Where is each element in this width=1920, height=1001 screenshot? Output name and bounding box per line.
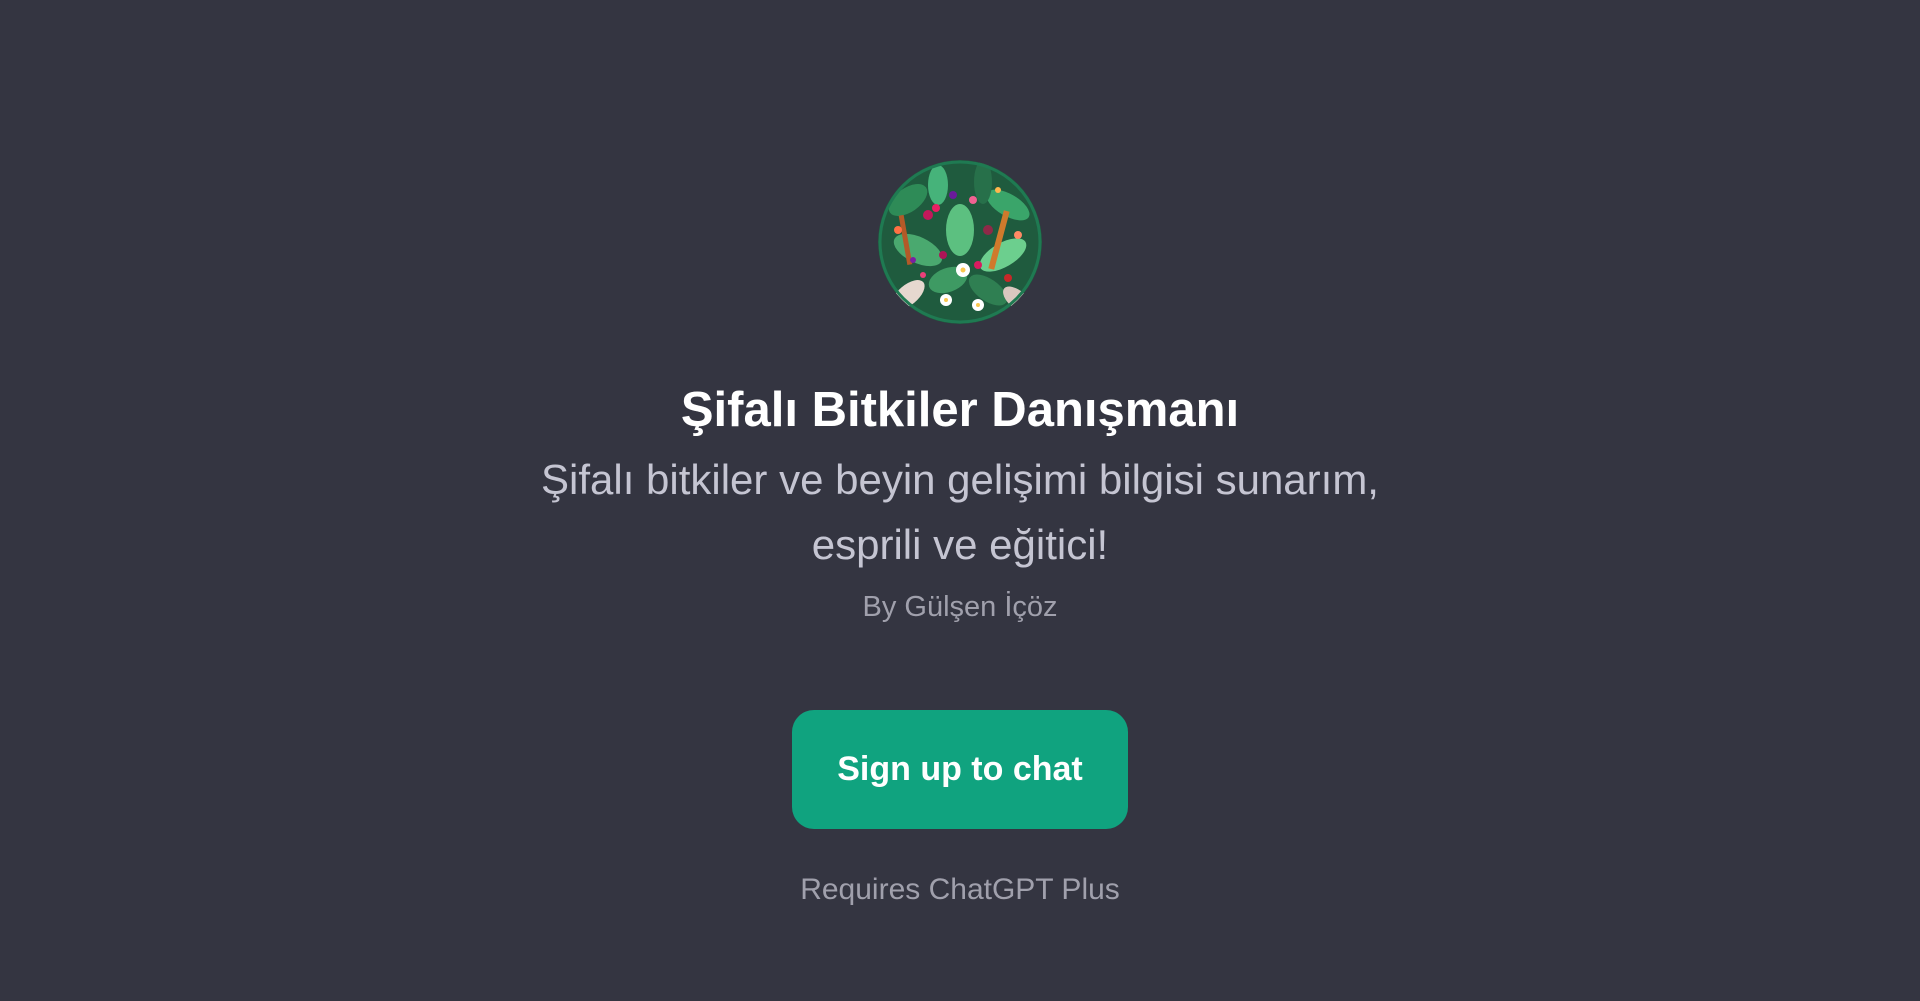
plan-requirement-note: Requires ChatGPT Plus: [800, 873, 1120, 906]
gpt-title: Şifalı Bitkiler Danışmanı: [680, 383, 1240, 437]
sign-up-to-chat-button[interactable]: Sign up to chat: [792, 710, 1128, 829]
gpt-description: Şifalı bitkiler ve beyin gelişimi bilgis…: [0, 447, 1920, 577]
gpt-description-line-2: esprili ve eğitici!: [811, 521, 1109, 568]
herbal-plants-avatar-icon: [878, 160, 1042, 324]
gpt-landing-page: Şifalı Bitkiler Danışmanı Şifalı bitkile…: [0, 0, 1920, 1001]
gpt-author: By Gülşen İçöz: [862, 591, 1058, 623]
gpt-description-line-1: Şifalı bitkiler ve beyin gelişimi bilgis…: [541, 456, 1379, 503]
